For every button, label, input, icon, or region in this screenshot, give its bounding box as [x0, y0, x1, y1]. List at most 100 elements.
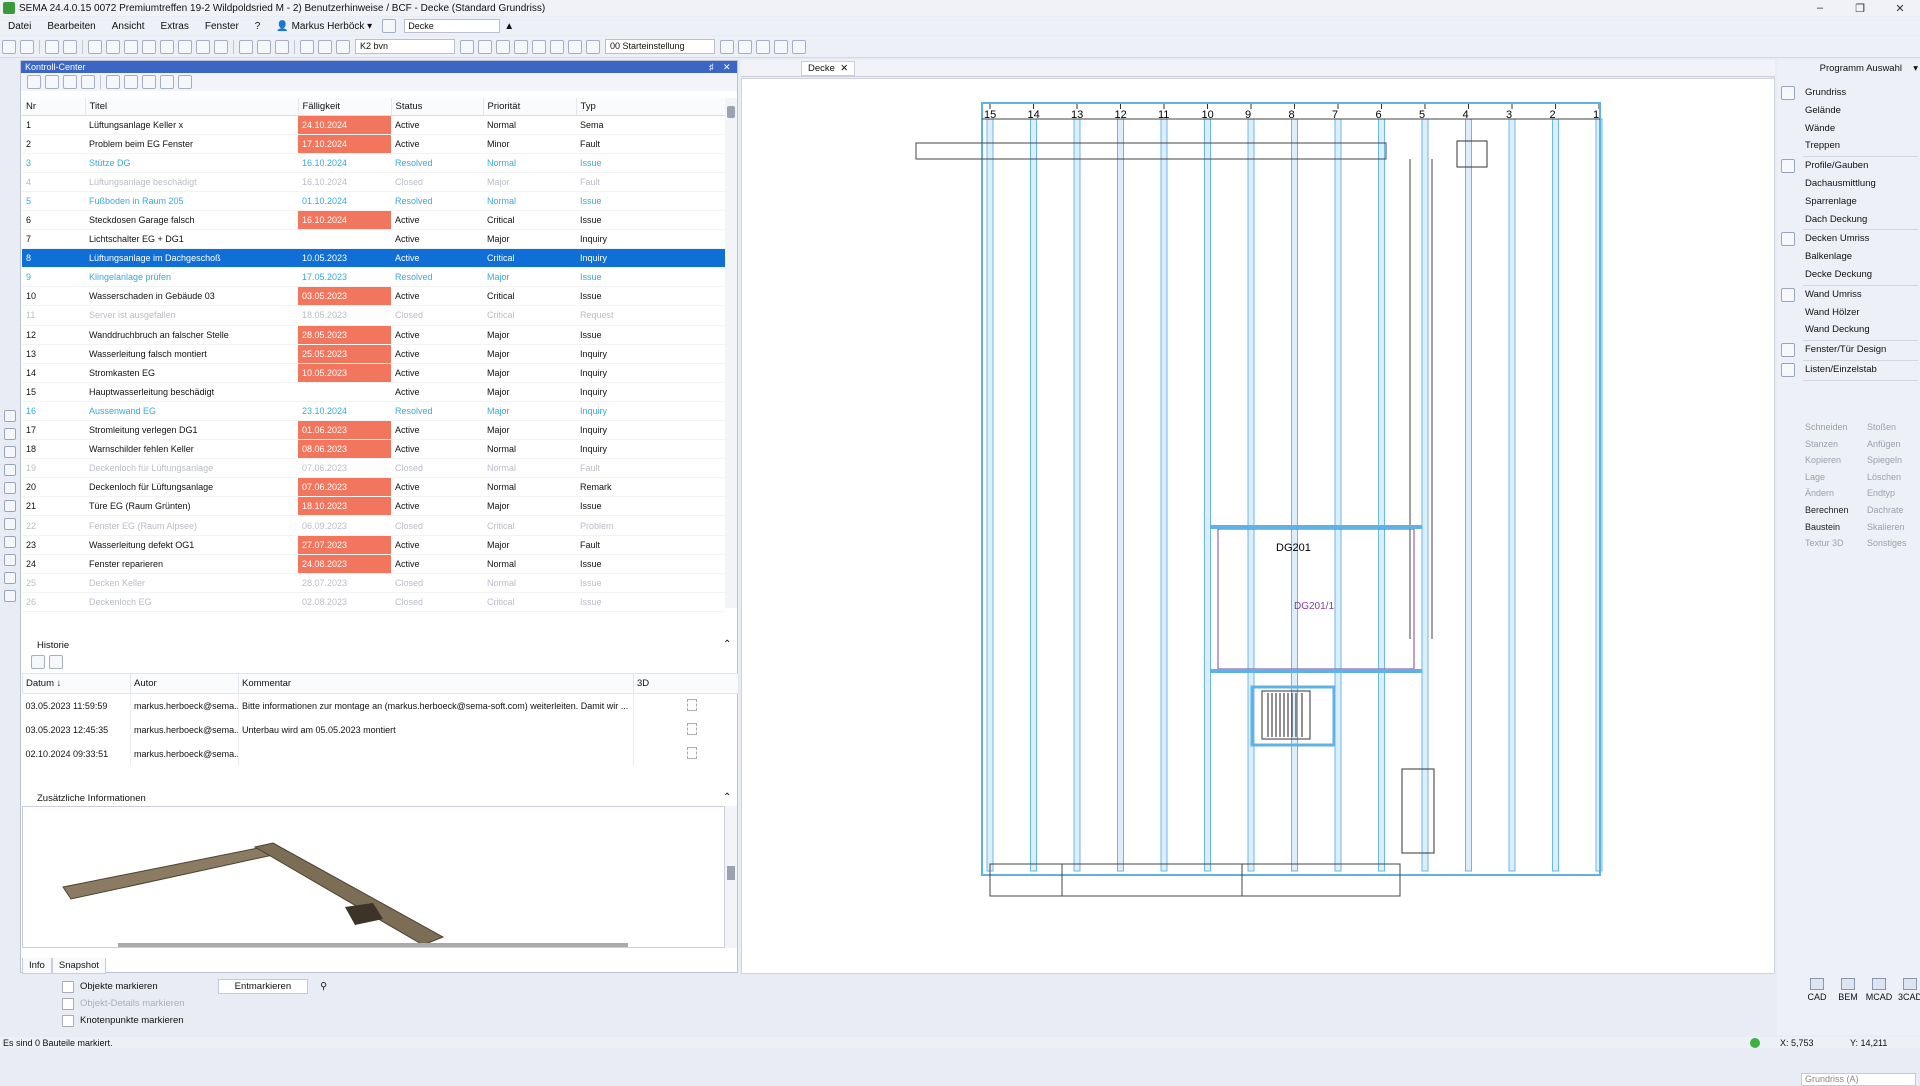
maximize-button[interactable]: ❐ — [1840, 2, 1880, 15]
unmark-button[interactable]: Entmarkieren — [217, 979, 309, 994]
history-row[interactable]: 03.05.2023 11:59:59 markus.herboeck@sema.… — [22, 693, 739, 718]
program-group-icon[interactable] — [1781, 159, 1795, 174]
layer-combo[interactable]: K2 bvn — [355, 39, 455, 54]
panel-close-icon[interactable]: ✕ — [723, 61, 737, 73]
ceiling-beam[interactable] — [1030, 118, 1037, 872]
tool-3[interactable]: Lage — [1805, 472, 1825, 482]
col-status[interactable]: Status — [391, 98, 484, 116]
issue-row[interactable]: 17 Stromleitung verlegen DG1 01.06.2023 Act… — [22, 420, 725, 441]
strip-tool-icon[interactable] — [4, 554, 16, 566]
issue-row[interactable]: 18 Warnschilder fehlen Keller 08.06.2023 Ac… — [22, 439, 725, 460]
issue-row[interactable]: 3 Stütze DG 16.10.2024 Resolved Normal Issue — [22, 153, 725, 173]
strip-tool-icon[interactable] — [4, 518, 16, 530]
ceiling-beam[interactable] — [1421, 118, 1429, 872]
tool-right-4[interactable]: Endtyp — [1867, 488, 1895, 498]
ceiling-beam[interactable] — [1204, 118, 1211, 872]
strip-tool-icon[interactable] — [4, 482, 16, 494]
mark-details-row[interactable]: Objekt-Details markieren — [62, 995, 362, 1012]
issue-row[interactable]: 23 Wasserleitung defekt OG1 27.07.2023 Acti… — [22, 535, 725, 555]
col-prioritaet[interactable]: Priorität — [483, 98, 577, 116]
view-combo[interactable]: Decke — [404, 19, 501, 33]
program-item[interactable]: Wände — [1805, 120, 1835, 137]
issue-row[interactable]: 21 Türe EG (Raum Grünten) 18.10.2023 Active… — [22, 496, 725, 517]
pen-icon[interactable] — [318, 39, 332, 54]
ceiling-beam[interactable] — [1291, 118, 1298, 872]
info-icon[interactable] — [774, 39, 788, 54]
col-datum[interactable]: Datum ↓ — [22, 673, 131, 694]
menu-fenster[interactable]: Fenster — [197, 21, 247, 32]
tool-icon[interactable] — [792, 39, 806, 54]
edit-icon[interactable] — [178, 75, 192, 89]
issue-row[interactable]: 6 Steckdosen Garage falsch 16.10.2024 Activ… — [22, 210, 725, 231]
tool-icon[interactable] — [568, 39, 582, 54]
issue-row[interactable]: 2 Problem beim EG Fenster 17.10.2024 Active… — [22, 134, 725, 154]
ceiling-beam[interactable] — [1378, 118, 1385, 872]
tool-right-3[interactable]: Löschen — [1867, 472, 1901, 482]
move-icon[interactable] — [196, 39, 210, 54]
program-item[interactable]: Dach Deckung — [1805, 211, 1867, 228]
ceiling-beam[interactable] — [1552, 118, 1559, 872]
collapse-history-icon[interactable]: ⌃ — [723, 639, 731, 650]
program-item[interactable]: Fenster/Tür Design — [1805, 341, 1886, 358]
ceiling-beam[interactable] — [1073, 118, 1081, 872]
issue-row[interactable]: 7 Lichtschalter EG + DG1 Active Major Inquir… — [22, 229, 725, 250]
ceiling-beam[interactable] — [986, 118, 994, 872]
tool-right-1[interactable]: Anfügen — [1867, 439, 1901, 449]
tool-right-7[interactable]: Sonstiges — [1867, 538, 1907, 548]
strip-tool-icon[interactable] — [4, 536, 16, 548]
program-group-icon[interactable] — [1781, 343, 1795, 358]
refresh-icon[interactable] — [27, 75, 41, 89]
tool-icon[interactable] — [738, 39, 752, 54]
history-3d-icon[interactable] — [633, 693, 739, 718]
issue-row[interactable]: 15 Hauptwasserleitung beschädigt Active Maj… — [22, 382, 725, 402]
program-item[interactable]: Decke Deckung — [1805, 266, 1872, 283]
pin-icon[interactable]: ♯ — [709, 61, 723, 73]
program-item[interactable]: Balkenlage — [1805, 248, 1852, 265]
issue-row[interactable]: 16 Aussenwand EG 23.10.2024 Resolved Major In… — [22, 401, 725, 422]
tool-icon[interactable] — [257, 39, 271, 54]
issue-row[interactable]: 9 Klingelanlage prüfen 17.05.2023 Resolved M… — [22, 267, 725, 288]
module-mcad-button[interactable]: MCAD — [1865, 978, 1893, 1002]
ceiling-beam[interactable] — [1508, 118, 1516, 872]
issue-row[interactable]: 12 Wanddruchbruch an falscher Stelle 28.05… — [22, 325, 725, 345]
collapse-extra-info-icon[interactable]: ⌃ — [723, 792, 731, 803]
history-row[interactable]: 03.05.2023 12:45:35 markus.herboeck@sema.… — [22, 717, 739, 742]
list-view-icon[interactable] — [106, 75, 120, 89]
tool-icon[interactable] — [214, 39, 228, 54]
sync-icon[interactable] — [63, 75, 77, 89]
program-item[interactable]: Wand Umriss — [1805, 286, 1862, 303]
tool-right-5[interactable]: Dachrate — [1867, 505, 1904, 515]
tool-icon[interactable] — [2, 39, 16, 54]
issues-scrollbar[interactable] — [725, 98, 737, 608]
tool-icon[interactable] — [106, 39, 120, 54]
tool-icon[interactable] — [756, 39, 770, 54]
edit-comment-icon[interactable] — [49, 655, 63, 669]
program-group-icon[interactable] — [1781, 86, 1795, 100]
program-group-icon[interactable] — [1781, 363, 1795, 377]
minimize-button[interactable]: – — [1800, 2, 1840, 14]
tool-icon[interactable] — [550, 39, 564, 54]
program-item[interactable]: Sparrenlage — [1805, 193, 1857, 210]
issue-row[interactable]: 1 Lüftungsanlage Keller x 24.10.2024 Active… — [22, 115, 725, 135]
print-icon[interactable] — [88, 39, 102, 54]
col-nr[interactable]: Nr — [22, 98, 86, 116]
close-window-button[interactable]: ✕ — [1880, 2, 1920, 15]
tool-right-2[interactable]: Spiegeln — [1867, 455, 1902, 465]
arrow-up-icon[interactable]: ▲ — [504, 21, 514, 32]
strip-tool-icon[interactable] — [4, 446, 16, 458]
settings-icon[interactable] — [586, 39, 600, 54]
tool-icon[interactable] — [142, 39, 156, 54]
tool-icon[interactable] — [275, 39, 289, 54]
history-row[interactable]: 02.10.2024 09:33:51 markus.herboeck@sema.… — [22, 741, 739, 766]
tool-icon[interactable] — [720, 39, 734, 54]
tab-close-icon[interactable]: ✕ — [840, 63, 848, 74]
tool-icon[interactable] — [300, 39, 314, 54]
tool-icon[interactable] — [160, 75, 174, 89]
issue-row[interactable]: 19 Deckenloch für Lüftungsanlage 07.06.202… — [22, 458, 725, 479]
mark-nodes-row[interactable]: Knotenpunkte markieren — [62, 1012, 362, 1029]
tool-6[interactable]: Baustein — [1805, 522, 1840, 532]
program-group-icon[interactable] — [1781, 232, 1795, 247]
program-item[interactable]: Treppen — [1805, 137, 1840, 154]
program-item[interactable]: Listen/Einzelstab — [1805, 361, 1877, 378]
program-group-icon[interactable] — [1781, 287, 1795, 302]
